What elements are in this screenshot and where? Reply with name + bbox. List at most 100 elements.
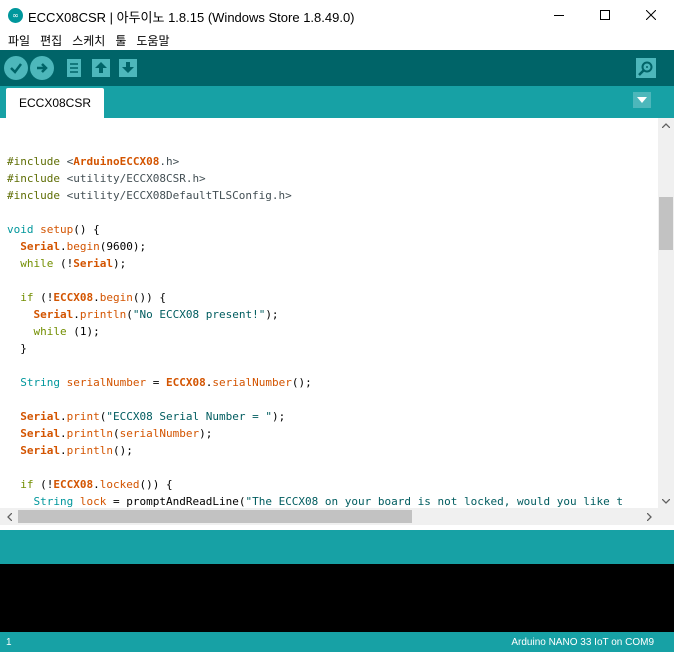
- code-line[interactable]: Serial.println();: [7, 442, 623, 459]
- menu-help[interactable]: 도움말: [131, 32, 174, 49]
- new-icon: [67, 59, 81, 77]
- code-token: locked: [99, 478, 140, 491]
- code-line[interactable]: Serial.println(serialNumber);: [7, 425, 623, 442]
- code-token: (!: [53, 257, 74, 270]
- code-token: .: [93, 478, 100, 491]
- window-title: ECCX08CSR | 아두이노 1.8.15 (Windows Store 1…: [28, 10, 355, 25]
- code-token: Serial: [20, 410, 60, 423]
- toolbar: [0, 50, 674, 86]
- tab-menu-button[interactable]: [633, 92, 651, 108]
- serial-monitor-button[interactable]: [634, 56, 658, 80]
- verify-button[interactable]: [4, 56, 28, 80]
- console-output[interactable]: [0, 564, 674, 632]
- code-line[interactable]: }: [7, 340, 623, 357]
- menu-edit[interactable]: 편집: [35, 32, 67, 49]
- scroll-down-button[interactable]: [658, 494, 674, 508]
- board-port-info: Arduino NANO 33 IoT on COM9: [511, 637, 654, 648]
- code-token: ECCX08: [165, 376, 206, 389]
- save-button[interactable]: [116, 56, 140, 80]
- code-token: void: [7, 223, 34, 236]
- close-button[interactable]: [628, 0, 674, 30]
- code-token: lock: [79, 495, 107, 508]
- code-token: println: [66, 444, 113, 457]
- code-line[interactable]: [7, 136, 623, 153]
- code-line[interactable]: String lock = promptAndReadLine("The ECC…: [7, 493, 623, 508]
- code-token: String: [33, 495, 74, 508]
- menu-file[interactable]: 파일: [3, 32, 35, 49]
- title-bar: ∞ ECCX08CSR | 아두이노 1.8.15 (Windows Store…: [0, 0, 674, 30]
- code-token: (!: [33, 478, 54, 491]
- code-line[interactable]: #include <utility/ECCX08DefaultTLSConfig…: [7, 187, 623, 204]
- code-line[interactable]: #include <utility/ECCX08CSR.h>: [7, 170, 623, 187]
- code-token: );: [271, 410, 286, 423]
- upload-icon: [37, 63, 48, 73]
- scroll-right-arrow-icon: [646, 512, 652, 521]
- scrollbar-corner: [658, 508, 674, 525]
- code-token: .: [73, 308, 80, 321]
- scroll-left-button[interactable]: [2, 508, 16, 525]
- horizontal-scroll-thumb[interactable]: [18, 510, 412, 523]
- code-line[interactable]: if (!ECCX08.locked()) {: [7, 476, 623, 493]
- code-token: }: [7, 342, 27, 355]
- code-token: setup: [40, 223, 74, 236]
- code-line[interactable]: Serial.begin(9600);: [7, 238, 623, 255]
- code-line[interactable]: Serial.println("No ECCX08 present!");: [7, 306, 623, 323]
- vertical-scrollbar[interactable]: [658, 118, 674, 508]
- save-icon: [119, 59, 137, 77]
- code-token: .: [60, 410, 67, 423]
- code-token: "The ECCX08 on your board is not locked,…: [245, 495, 623, 508]
- maximize-button[interactable]: [582, 0, 628, 30]
- code-line[interactable]: [7, 357, 623, 374]
- code-token: Serial: [33, 308, 74, 321]
- code-token: Serial: [20, 427, 60, 440]
- code-line[interactable]: [7, 391, 623, 408]
- code-line[interactable]: while (1);: [7, 323, 623, 340]
- upload-button[interactable]: [30, 56, 54, 80]
- scroll-down-arrow-icon: [662, 498, 670, 504]
- code-token: serialNumber: [66, 376, 147, 389]
- code-line[interactable]: void setup() {: [7, 221, 623, 238]
- code-line[interactable]: [7, 272, 623, 289]
- code-token: println: [79, 308, 127, 321]
- code-line[interactable]: [7, 204, 623, 221]
- minimize-button[interactable]: [536, 0, 582, 30]
- tab-eccx08csr[interactable]: ECCX08CSR: [6, 88, 104, 118]
- code-token: .: [60, 427, 67, 440]
- code-token: );: [265, 308, 279, 321]
- code-line[interactable]: if (!ECCX08.begin()) {: [7, 289, 623, 306]
- status-bar: 1 Arduino NANO 33 IoT on COM9: [0, 632, 674, 652]
- new-button[interactable]: [62, 56, 86, 80]
- code-token: #include: [7, 172, 67, 185]
- menu-sketch[interactable]: 스케치: [67, 32, 110, 49]
- code-token: if: [20, 291, 34, 304]
- code-token: .: [60, 444, 67, 457]
- code-line[interactable]: String serialNumber = ECCX08.serialNumbe…: [7, 374, 623, 391]
- code-line[interactable]: [7, 459, 623, 476]
- code-editor[interactable]: #include <ArduinoECCX08.h> #include <util…: [0, 118, 658, 508]
- code-text[interactable]: #include <ArduinoECCX08.h> #include <util…: [7, 136, 623, 508]
- code-token: begin: [99, 291, 133, 304]
- open-button[interactable]: [89, 56, 113, 80]
- horizontal-scrollbar[interactable]: [0, 508, 658, 525]
- code-token: (: [126, 308, 133, 321]
- scroll-up-button[interactable]: [658, 118, 674, 132]
- scroll-up-arrow-icon: [662, 122, 670, 128]
- code-token: (1);: [66, 325, 100, 338]
- serial-monitor-icon: [636, 58, 656, 78]
- code-token: println: [66, 427, 113, 440]
- scroll-right-button[interactable]: [642, 508, 656, 525]
- code-line[interactable]: Serial.print("ECCX08 Serial Number = ");: [7, 408, 623, 425]
- code-token: <utility/ECCX08CSR.h>: [66, 172, 206, 185]
- code-token: ArduinoECCX08: [73, 155, 160, 168]
- code-line[interactable]: #include <ArduinoECCX08.h>: [7, 153, 623, 170]
- code-line[interactable]: while (!Serial);: [7, 255, 623, 272]
- vertical-scroll-thumb[interactable]: [659, 197, 673, 250]
- menu-tools[interactable]: 툴: [110, 32, 131, 49]
